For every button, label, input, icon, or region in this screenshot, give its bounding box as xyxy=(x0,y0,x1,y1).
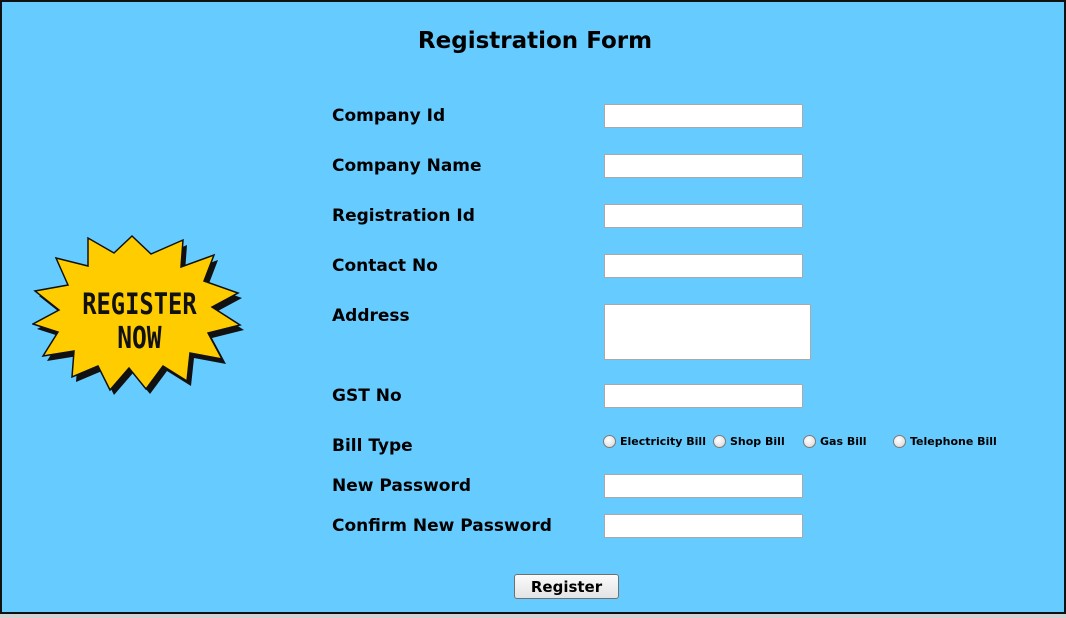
bill-type-electricity-radio[interactable]: Electricity Bill xyxy=(603,433,706,449)
register-now-badge: REGISTER NOW xyxy=(32,234,244,395)
registration-id-label: Registration Id xyxy=(332,206,475,226)
badge-line1: REGISTER xyxy=(82,288,196,322)
bill-type-telephone-radio[interactable]: Telephone Bill xyxy=(893,433,997,449)
address-label: Address xyxy=(332,306,410,326)
bill-type-option-label: Shop Bill xyxy=(730,434,785,448)
company-name-label: Company Name xyxy=(332,156,482,176)
confirm-password-field[interactable] xyxy=(604,514,803,538)
radio-circle-icon[interactable] xyxy=(803,434,816,448)
address-field[interactable] xyxy=(604,304,811,360)
gst-no-field[interactable] xyxy=(604,384,803,408)
bill-type-label: Bill Type xyxy=(332,436,413,456)
company-id-field[interactable] xyxy=(604,104,803,128)
page-title: Registration Form xyxy=(417,28,653,54)
contact-no-field[interactable] xyxy=(604,254,803,278)
radio-circle-icon[interactable] xyxy=(603,434,616,448)
company-id-label: Company Id xyxy=(332,106,446,126)
bill-type-shop-radio[interactable]: Shop Bill xyxy=(713,433,785,449)
new-password-field[interactable] xyxy=(604,474,803,498)
badge-line2: NOW xyxy=(117,322,162,356)
confirm-password-label: Confirm New Password xyxy=(332,516,552,536)
gst-no-label: GST No xyxy=(332,386,402,406)
register-button[interactable]: Register xyxy=(514,574,619,599)
new-password-label: New Password xyxy=(332,476,472,496)
bill-type-option-label: Electricity Bill xyxy=(620,434,706,448)
bill-type-option-label: Gas Bill xyxy=(820,434,867,448)
radio-circle-icon[interactable] xyxy=(713,434,726,448)
registration-id-field[interactable] xyxy=(604,204,803,228)
bill-type-option-label: Telephone Bill xyxy=(910,434,997,448)
bill-type-gas-radio[interactable]: Gas Bill xyxy=(803,433,867,449)
radio-circle-icon[interactable] xyxy=(893,434,906,448)
registration-window: Registration Form REGISTER NOW Company I… xyxy=(0,0,1066,614)
contact-no-label: Contact No xyxy=(332,256,438,276)
company-name-field[interactable] xyxy=(604,154,803,178)
